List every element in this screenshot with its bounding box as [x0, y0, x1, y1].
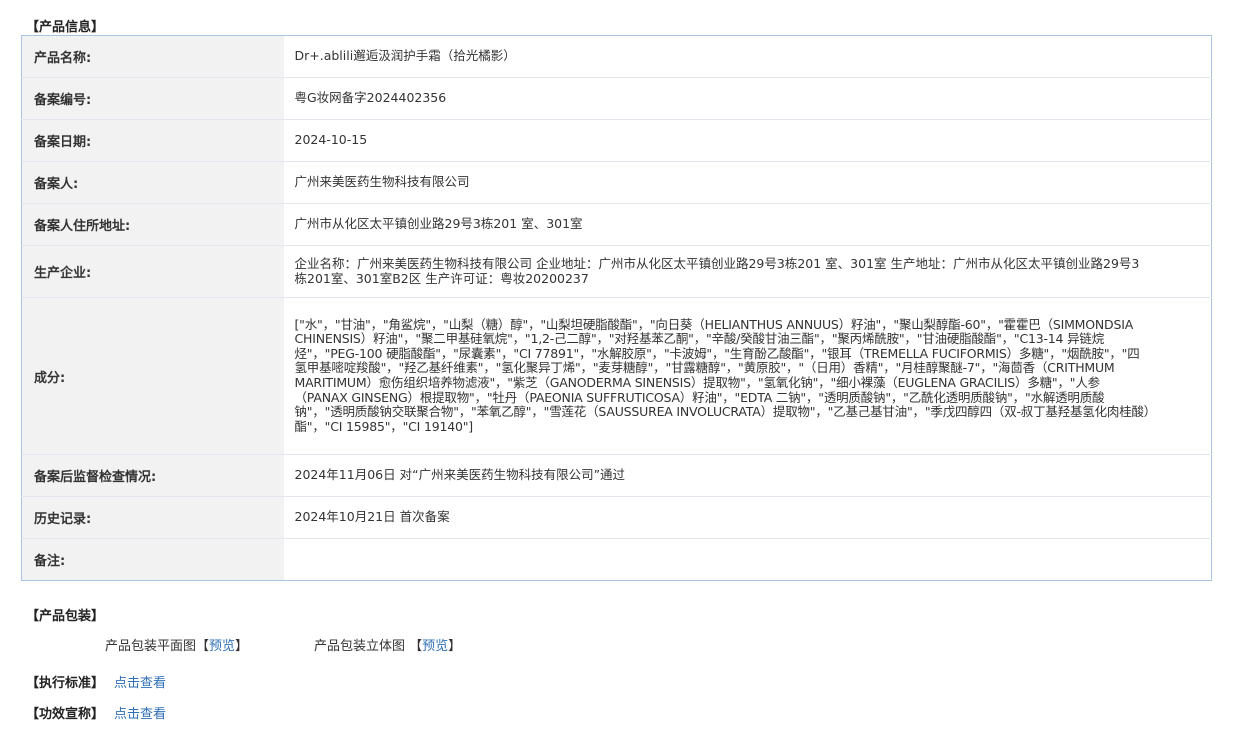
info-value: 广州来美医药生物科技有限公司: [283, 161, 1212, 204]
info-value: 广州市从化区太平镇创业路29号3栋201 室、301室: [283, 203, 1212, 246]
info-value: Dr+.ablili邂逅汲润护手霜（拾光橘影）: [283, 35, 1212, 78]
package-flat-close: 】: [235, 639, 249, 654]
product-package-title: 【产品包装】: [26, 609, 105, 624]
info-label: 产品名称:: [21, 35, 284, 78]
info-row-remarks: 备注:: [21, 538, 1212, 581]
info-label: 备案人:: [21, 161, 284, 204]
standard-title: 【执行标准】: [26, 676, 105, 691]
package-3d-image: 产品包装立体图 【预览】: [314, 635, 461, 654]
info-label: 成分:: [21, 297, 284, 455]
info-value: ["水"，"甘油"，"角鲨烷"，"山梨（糖）醇"，"山梨坦硬脂酸酯"，"向日葵（…: [283, 297, 1212, 455]
info-label: 备案日期:: [21, 119, 284, 162]
info-value: 2024年10月21日 首次备案: [283, 496, 1212, 539]
efficacy-view-link[interactable]: 点击查看: [114, 707, 166, 722]
info-label: 备案人住所地址:: [21, 203, 284, 246]
info-row-supervision: 备案后监督检查情况: 2024年11月06日 对“广州来美医药生物科技有限公司”…: [21, 454, 1212, 497]
standard-row: 【执行标准】 点击查看: [26, 672, 166, 691]
info-value: 粤G妆网备字2024402356: [283, 77, 1212, 120]
info-row-product-name: 产品名称: Dr+.ablili邂逅汲润护手霜（拾光橘影）: [21, 35, 1212, 78]
info-row-record-number: 备案编号: 粤G妆网备字2024402356: [21, 77, 1212, 120]
info-value: 2024年11月06日 对“广州来美医药生物科技有限公司”通过: [283, 454, 1212, 497]
package-3d-close: 】: [448, 639, 462, 654]
info-row-ingredients: 成分: ["水"，"甘油"，"角鲨烷"，"山梨（糖）醇"，"山梨坦硬脂酸酯"，"…: [21, 297, 1212, 455]
package-flat-label: 产品包装平面图【: [105, 639, 210, 654]
package-3d-preview-link[interactable]: 预览: [422, 639, 448, 654]
info-row-registrant: 备案人: 广州来美医药生物科技有限公司: [21, 161, 1212, 204]
package-3d-label: 产品包装立体图 【: [314, 639, 423, 654]
info-row-record-date: 备案日期: 2024-10-15: [21, 119, 1212, 162]
info-row-history: 历史记录: 2024年10月21日 首次备案: [21, 496, 1212, 539]
efficacy-title: 【功效宣称】: [26, 707, 105, 722]
info-label: 生产企业:: [21, 245, 284, 298]
standard-view-link[interactable]: 点击查看: [114, 676, 166, 691]
info-label: 备注:: [21, 538, 284, 581]
info-value: [283, 538, 1212, 581]
info-label: 备案编号:: [21, 77, 284, 120]
info-label: 历史记录:: [21, 496, 284, 539]
info-label: 备案后监督检查情况:: [21, 454, 284, 497]
product-info-title: 【产品信息】: [26, 20, 105, 35]
package-flat-preview-link[interactable]: 预览: [209, 639, 235, 654]
info-row-manufacturer: 生产企业: 企业名称：广州来美医药生物科技有限公司 企业地址：广州市从化区太平镇…: [21, 245, 1212, 298]
info-value: 2024-10-15: [283, 119, 1212, 162]
product-info-table: 产品名称: Dr+.ablili邂逅汲润护手霜（拾光橘影） 备案编号: 粤G妆网…: [21, 35, 1212, 581]
package-flat-image: 产品包装平面图【预览】: [105, 635, 248, 654]
efficacy-row: 【功效宣称】 点击查看: [26, 703, 166, 722]
info-value: 企业名称：广州来美医药生物科技有限公司 企业地址：广州市从化区太平镇创业路29号…: [283, 245, 1212, 298]
info-row-registrant-address: 备案人住所地址: 广州市从化区太平镇创业路29号3栋201 室、301室: [21, 203, 1212, 246]
